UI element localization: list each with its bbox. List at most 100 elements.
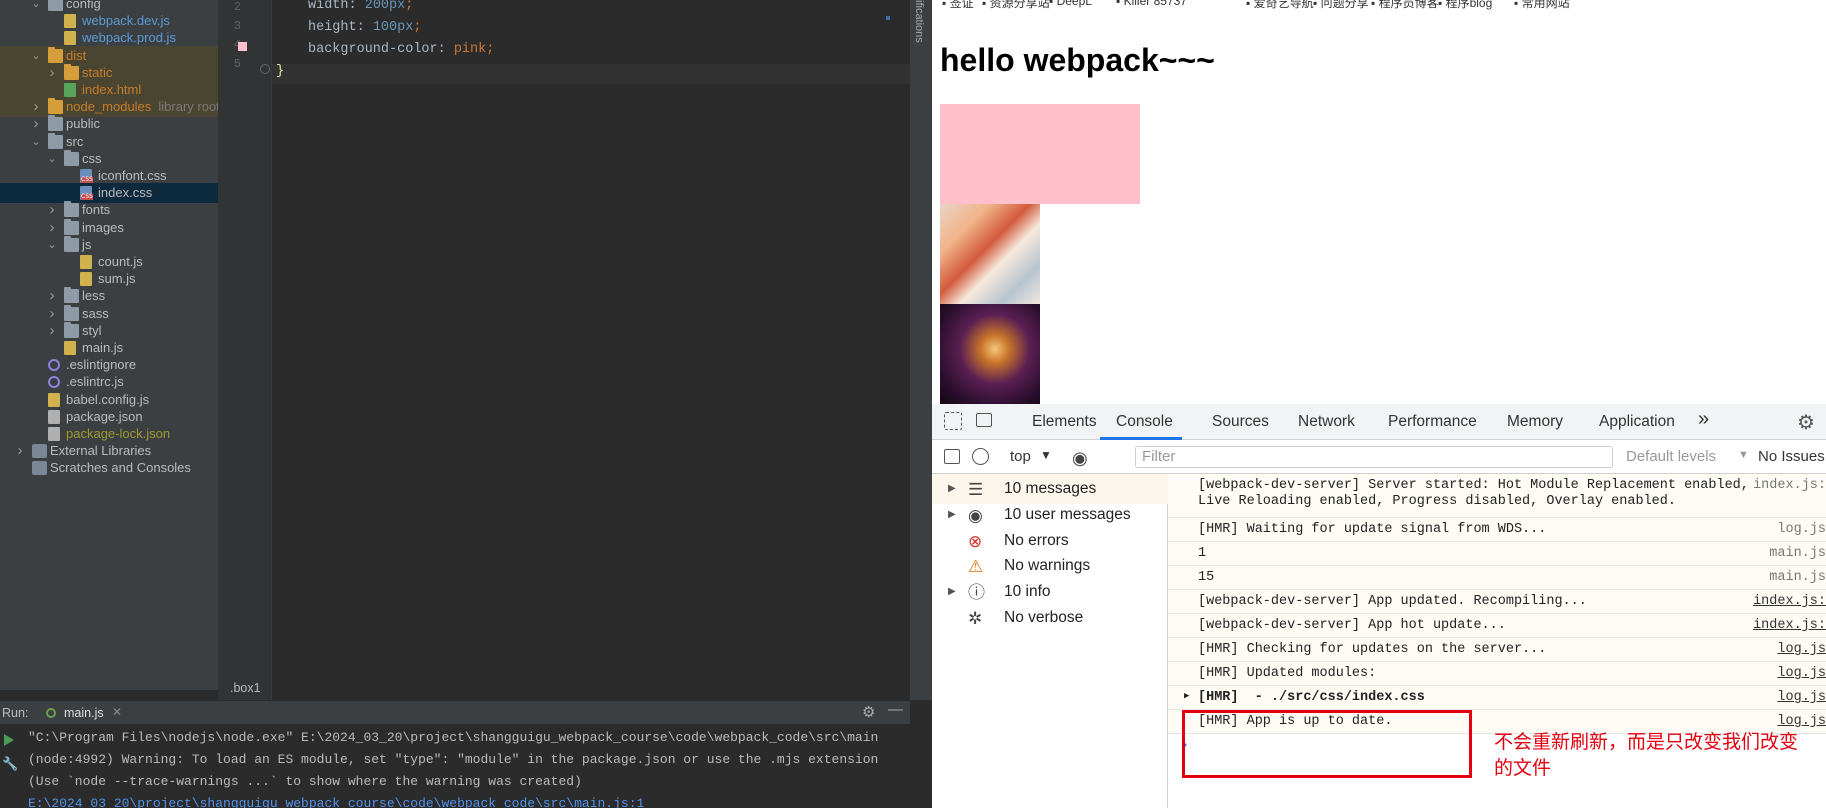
console-source-link[interactable]: log.js	[1777, 714, 1826, 729]
tab-memory[interactable]: Memory	[1507, 413, 1563, 431]
inspect-element-icon[interactable]	[944, 412, 962, 430]
console-source-link[interactable]: log.js	[1777, 666, 1826, 681]
project-tree: ⌄ config webpack.dev.js webpack.prod.js ⌄ dis…	[0, 0, 218, 690]
breadcrumb[interactable]: .box1	[230, 681, 261, 695]
tab-console[interactable]: Console	[1116, 413, 1173, 431]
devtools-tabbar: Elements Console Sources Network Perform…	[932, 404, 1826, 440]
filter-input[interactable]: Filter	[1135, 446, 1613, 468]
rerun-icon[interactable]	[4, 734, 14, 746]
settings-gear-icon[interactable]: ⚙	[1797, 410, 1815, 435]
console-message[interactable]: 15 main.js	[1168, 566, 1826, 590]
folder-icon	[64, 304, 79, 321]
run-tab-main[interactable]: main.js	[64, 706, 104, 720]
bookmark-item[interactable]: ▪ 资源分享站	[982, 0, 1050, 11]
console-source-link[interactable]: log.js	[1777, 690, 1826, 705]
tree-item-label: Scratches and Consoles	[50, 460, 191, 476]
console-message[interactable]: ▶ [HMR] - ./src/css/index.css log.js	[1168, 686, 1826, 710]
console-source-link[interactable]: index.js:	[1753, 594, 1826, 609]
folder-icon	[64, 63, 79, 80]
console-message[interactable]: [HMR] Updated modules: log.js	[1168, 662, 1826, 686]
clear-console-icon[interactable]	[972, 448, 989, 465]
wrench-icon[interactable]: 🔧	[2, 756, 18, 772]
console-message[interactable]: [HMR] Waiting for update signal from WDS…	[1168, 518, 1826, 542]
run-toolbar: Run: main.js ✕ ⚙ —	[0, 700, 910, 724]
highlight-box	[1182, 710, 1472, 778]
folder-icon	[64, 201, 79, 218]
user-icon: ◉	[968, 505, 983, 525]
console-message[interactable]: [webpack-dev-server] Server started: Hot…	[1168, 474, 1826, 518]
console-source-link[interactable]: index.js:	[1753, 478, 1826, 493]
bookmark-item[interactable]: ▪ 签证	[942, 0, 974, 11]
console-message[interactable]: [HMR] Checking for updates on the server…	[1168, 638, 1826, 662]
levels-chevron-icon[interactable]: ▼	[1738, 449, 1749, 461]
console-message-text: [webpack-dev-server] Server started: Hot…	[1198, 478, 1749, 509]
bug-icon: ✲	[968, 609, 983, 628]
folder-icon	[48, 115, 63, 132]
breadcrumb-bar: .box1	[230, 678, 910, 700]
gear-icon[interactable]: ⚙	[862, 703, 875, 721]
tab-sources[interactable]: Sources	[1212, 413, 1269, 431]
notifications-tab[interactable]: ifications	[913, 0, 925, 43]
more-tabs-icon[interactable]: »	[1698, 408, 1709, 431]
tree-item[interactable]: Scratches and Consoles	[0, 458, 218, 478]
console-source-link[interactable]: index.js:	[1753, 618, 1826, 633]
run-output[interactable]: 🔧 "C:\Program Files\nodejs\node.exe" E:\…	[0, 724, 910, 808]
output-line-link[interactable]: E:\2024_03_20\project\shangguigu_webpack…	[28, 796, 644, 808]
output-line: "C:\Program Files\nodejs\node.exe" E:\20…	[28, 730, 879, 745]
bookmark-item[interactable]: ▪ 程序blog	[1438, 0, 1492, 11]
bookmarks-bar: ▪ 签证 ▪ 资源分享站 ▪ DeepL ▪ Killer 85737 ▪ 爱奇艺导航 ▪…	[932, 0, 1826, 12]
current-line-highlight	[272, 64, 910, 84]
console-message[interactable]: 1 main.js	[1168, 542, 1826, 566]
bookmark-item[interactable]: ▪ 问题分享	[1313, 0, 1369, 11]
issues-button[interactable]: No Issues	[1758, 448, 1825, 465]
bookmark-item[interactable]: ▪ DeepL	[1049, 0, 1092, 8]
warning-icon: ⚠	[968, 557, 984, 577]
json-file-icon	[48, 409, 60, 424]
close-tab-icon[interactable]: ✕	[112, 705, 122, 719]
tab-application[interactable]: Application	[1599, 413, 1675, 431]
folder-icon	[64, 287, 79, 304]
context-select[interactable]: top	[1010, 448, 1031, 465]
console-message[interactable]: [webpack-dev-server] App updated. Recomp…	[1168, 590, 1826, 614]
console-source-link[interactable]: main.js	[1769, 570, 1826, 585]
console-message[interactable]: [webpack-dev-server] App hot update... in…	[1168, 614, 1826, 638]
html-file-icon	[64, 83, 76, 97]
js-file-icon	[48, 392, 60, 407]
json-file-icon	[48, 427, 60, 441]
log-levels-select[interactable]: Default levels	[1626, 448, 1716, 465]
bookmark-item[interactable]: ▪ 程序员博客	[1371, 0, 1439, 11]
eye-icon[interactable]: ◉	[1072, 448, 1088, 469]
folder-icon	[48, 98, 63, 115]
sidebar-toggle-icon[interactable]	[944, 449, 960, 464]
bookmark-item[interactable]: ▪ 常用网站	[1514, 0, 1570, 11]
console-source-link[interactable]: main.js	[1769, 546, 1826, 561]
fold-icon[interactable]	[260, 64, 270, 74]
color-swatch-icon[interactable]	[238, 42, 247, 51]
tab-performance[interactable]: Performance	[1388, 413, 1477, 431]
code-editor[interactable]: width: 200px; height: 100px; background-…	[230, 0, 910, 700]
console-sidebar-item[interactable]: ✲ No verbose	[932, 603, 1168, 633]
notifications-strip: ifications	[910, 0, 932, 700]
folder-icon	[64, 218, 79, 235]
bookmark-item[interactable]: ▪ 爱奇艺导航	[1246, 0, 1314, 11]
css-file-icon	[80, 169, 93, 183]
list-icon: ☰	[968, 480, 984, 499]
bookmark-item[interactable]: ▪ Killer 85737	[1116, 0, 1187, 8]
console-source-link[interactable]: log.js	[1777, 522, 1826, 537]
console-source-link[interactable]: log.js	[1777, 642, 1826, 657]
expand-arrow-icon[interactable]: ▶	[1184, 691, 1189, 701]
console-message-text: [HMR] Checking for updates on the server…	[1198, 642, 1547, 657]
device-toolbar-icon[interactable]	[976, 413, 992, 427]
minimize-icon[interactable]: —	[888, 701, 903, 718]
js-file-icon	[80, 272, 92, 287]
tab-network[interactable]: Network	[1298, 413, 1355, 431]
chevron-down-icon[interactable]: ▼	[1040, 448, 1052, 462]
folder-icon	[64, 235, 79, 252]
artwork-image-1	[940, 204, 1040, 304]
artwork-image-2	[940, 304, 1040, 404]
js-file-icon	[64, 341, 76, 355]
folder-icon	[48, 0, 63, 11]
console-sidebar: ▶ ☰ 10 messages ▶ ◉ 10 user messages ⊗ No error…	[932, 474, 1168, 808]
tab-elements[interactable]: Elements	[1032, 413, 1097, 431]
devtools-panel: Elements Console Sources Network Perform…	[932, 404, 1826, 808]
